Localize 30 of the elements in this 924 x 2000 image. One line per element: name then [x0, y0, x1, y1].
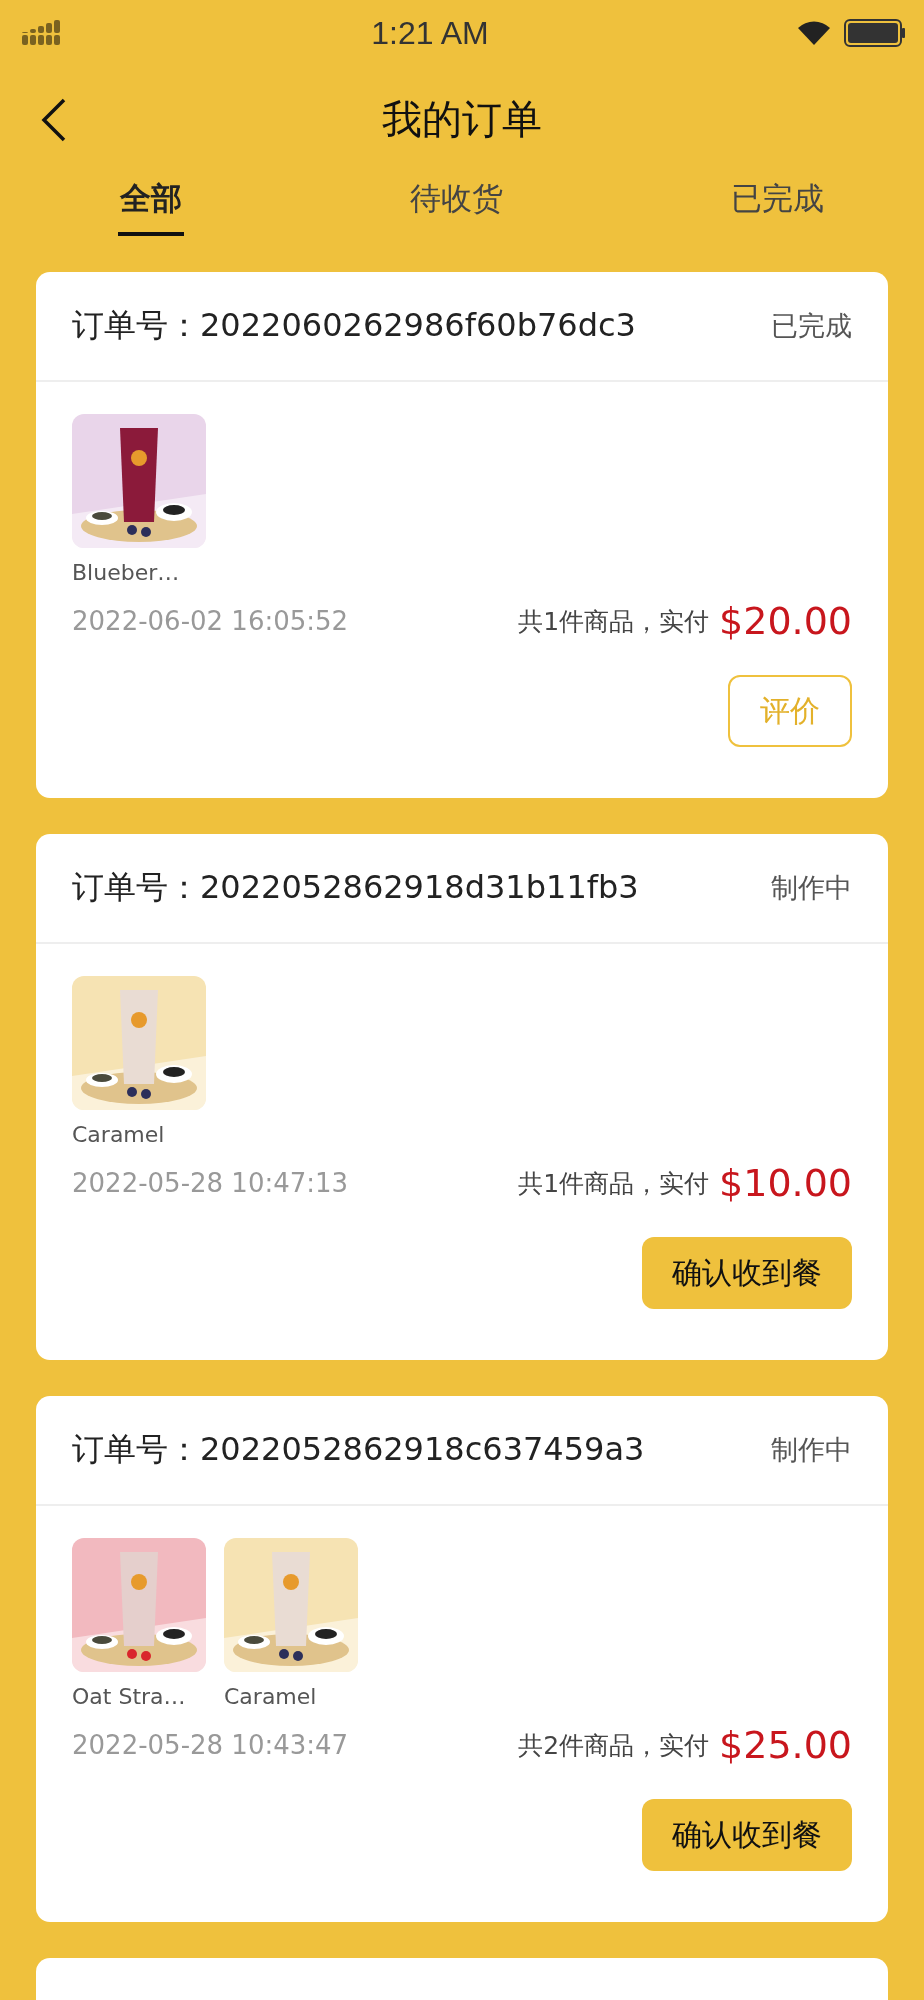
wifi-icon: [798, 21, 830, 45]
order-price: $20.00: [719, 599, 852, 643]
page-title: 我的订单: [382, 94, 542, 144]
product-name: Caramel: [72, 1122, 166, 1147]
back-icon[interactable]: [40, 98, 68, 142]
tab[interactable]: 全部: [118, 172, 184, 236]
signal-icon: [22, 20, 62, 46]
order-number: 订单号：2022052862918d31b11fb3: [72, 867, 639, 908]
product-name: Oat Stra…: [72, 1684, 187, 1709]
order-time: 2022-06-02 16:05:52: [72, 606, 349, 636]
order-number: 订单号：2022060262986f60b76dc3: [72, 305, 636, 346]
confirm-button[interactable]: 确认收到餐: [642, 1237, 852, 1309]
order-status: 已完成: [771, 309, 852, 343]
order-summary: 共1件商品，实付: [518, 605, 710, 638]
order-status: 制作中: [771, 1433, 852, 1467]
tab[interactable]: 待收货: [408, 172, 505, 236]
order-summary: 共2件商品，实付: [518, 1729, 710, 1762]
order-time: 2022-05-28 10:47:13: [72, 1168, 349, 1198]
order-price: $10.00: [719, 1161, 852, 1205]
order-summary: 共1件商品，实付: [518, 1167, 710, 1200]
product-name: Caramel: [224, 1684, 318, 1709]
confirm-button[interactable]: 确认收到餐: [642, 1799, 852, 1871]
battery-icon: [844, 19, 906, 47]
order-status: 制作中: [771, 871, 852, 905]
order-time: 2022-05-28 10:43:47: [72, 1730, 349, 1760]
status-time: 1:21 AM: [371, 14, 489, 52]
tab[interactable]: 已完成: [729, 172, 826, 236]
product-name: Blueber…: [72, 560, 181, 585]
order-number: 订单号：2022052862918c637459a3: [72, 1429, 645, 1470]
order-price: $25.00: [719, 1723, 852, 1767]
